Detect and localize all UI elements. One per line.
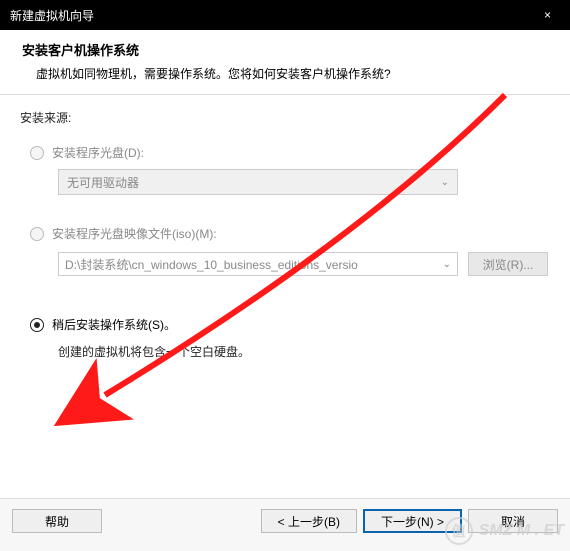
header-title: 安装客户机操作系统 — [22, 40, 548, 59]
option-install-disc-label: 安装程序光盘(D): — [52, 144, 144, 161]
help-button-label: 帮助 — [45, 513, 69, 530]
option-install-later-label: 稍后安装操作系统(S)。 — [52, 316, 176, 333]
install-source-group: 安装程序光盘(D): 无可用驱动器 ⌄ 安装程序光盘映像文件(iso)(M): … — [30, 144, 550, 360]
cancel-button-label: 取消 — [501, 513, 525, 530]
radio-icon — [30, 227, 44, 241]
next-button-label: 下一步(N) > — [381, 513, 444, 530]
disc-drive-value: 无可用驱动器 — [67, 174, 139, 191]
radio-icon — [30, 318, 44, 332]
browse-button-label: 浏览(R)... — [483, 256, 534, 273]
window-title: 新建虚拟机向导 — [10, 7, 94, 24]
header-description: 虚拟机如同物理机，需要操作系统。您将如何安装客户机操作系统? — [36, 65, 548, 82]
radio-icon — [30, 146, 44, 160]
disc-drive-dropdown[interactable]: 无可用驱动器 ⌄ — [58, 169, 458, 195]
browse-button[interactable]: 浏览(R)... — [468, 252, 548, 276]
titlebar: 新建虚拟机向导 × — [0, 0, 570, 30]
next-button[interactable]: 下一步(N) > — [363, 509, 462, 533]
close-button[interactable]: × — [525, 0, 570, 30]
iso-path-input[interactable]: D:\封装系统\cn_windows_10_business_editions_… — [58, 252, 458, 276]
option-install-iso[interactable]: 安装程序光盘映像文件(iso)(M): — [30, 225, 550, 242]
iso-path-value: D:\封装系统\cn_windows_10_business_editions_… — [65, 256, 358, 273]
wizard-content: 安装来源: 安装程序光盘(D): 无可用驱动器 ⌄ 安装程序光盘映像文件(iso… — [0, 95, 570, 370]
option-install-later[interactable]: 稍后安装操作系统(S)。 — [30, 316, 550, 333]
disc-drive-sub: 无可用驱动器 ⌄ — [58, 169, 550, 195]
iso-path-row: D:\封装系统\cn_windows_10_business_editions_… — [58, 252, 550, 276]
help-button[interactable]: 帮助 — [12, 509, 102, 533]
close-icon: × — [544, 8, 551, 22]
cancel-button[interactable]: 取消 — [468, 509, 558, 533]
back-button-label: < 上一步(B) — [278, 513, 340, 530]
option-install-disc[interactable]: 安装程序光盘(D): — [30, 144, 550, 161]
option-install-iso-label: 安装程序光盘映像文件(iso)(M): — [52, 225, 217, 242]
install-later-note: 创建的虚拟机将包含一个空白硬盘。 — [58, 343, 550, 360]
chevron-down-icon: ⌄ — [443, 259, 451, 270]
wizard-header: 安装客户机操作系统 虚拟机如同物理机，需要操作系统。您将如何安装客户机操作系统? — [0, 30, 570, 95]
back-button[interactable]: < 上一步(B) — [261, 509, 357, 533]
install-source-label: 安装来源: — [20, 109, 550, 126]
chevron-down-icon: ⌄ — [441, 177, 449, 188]
footer-nav: < 上一步(B) 下一步(N) > 取消 — [261, 509, 558, 533]
wizard-footer: 帮助 < 上一步(B) 下一步(N) > 取消 — [0, 498, 570, 551]
